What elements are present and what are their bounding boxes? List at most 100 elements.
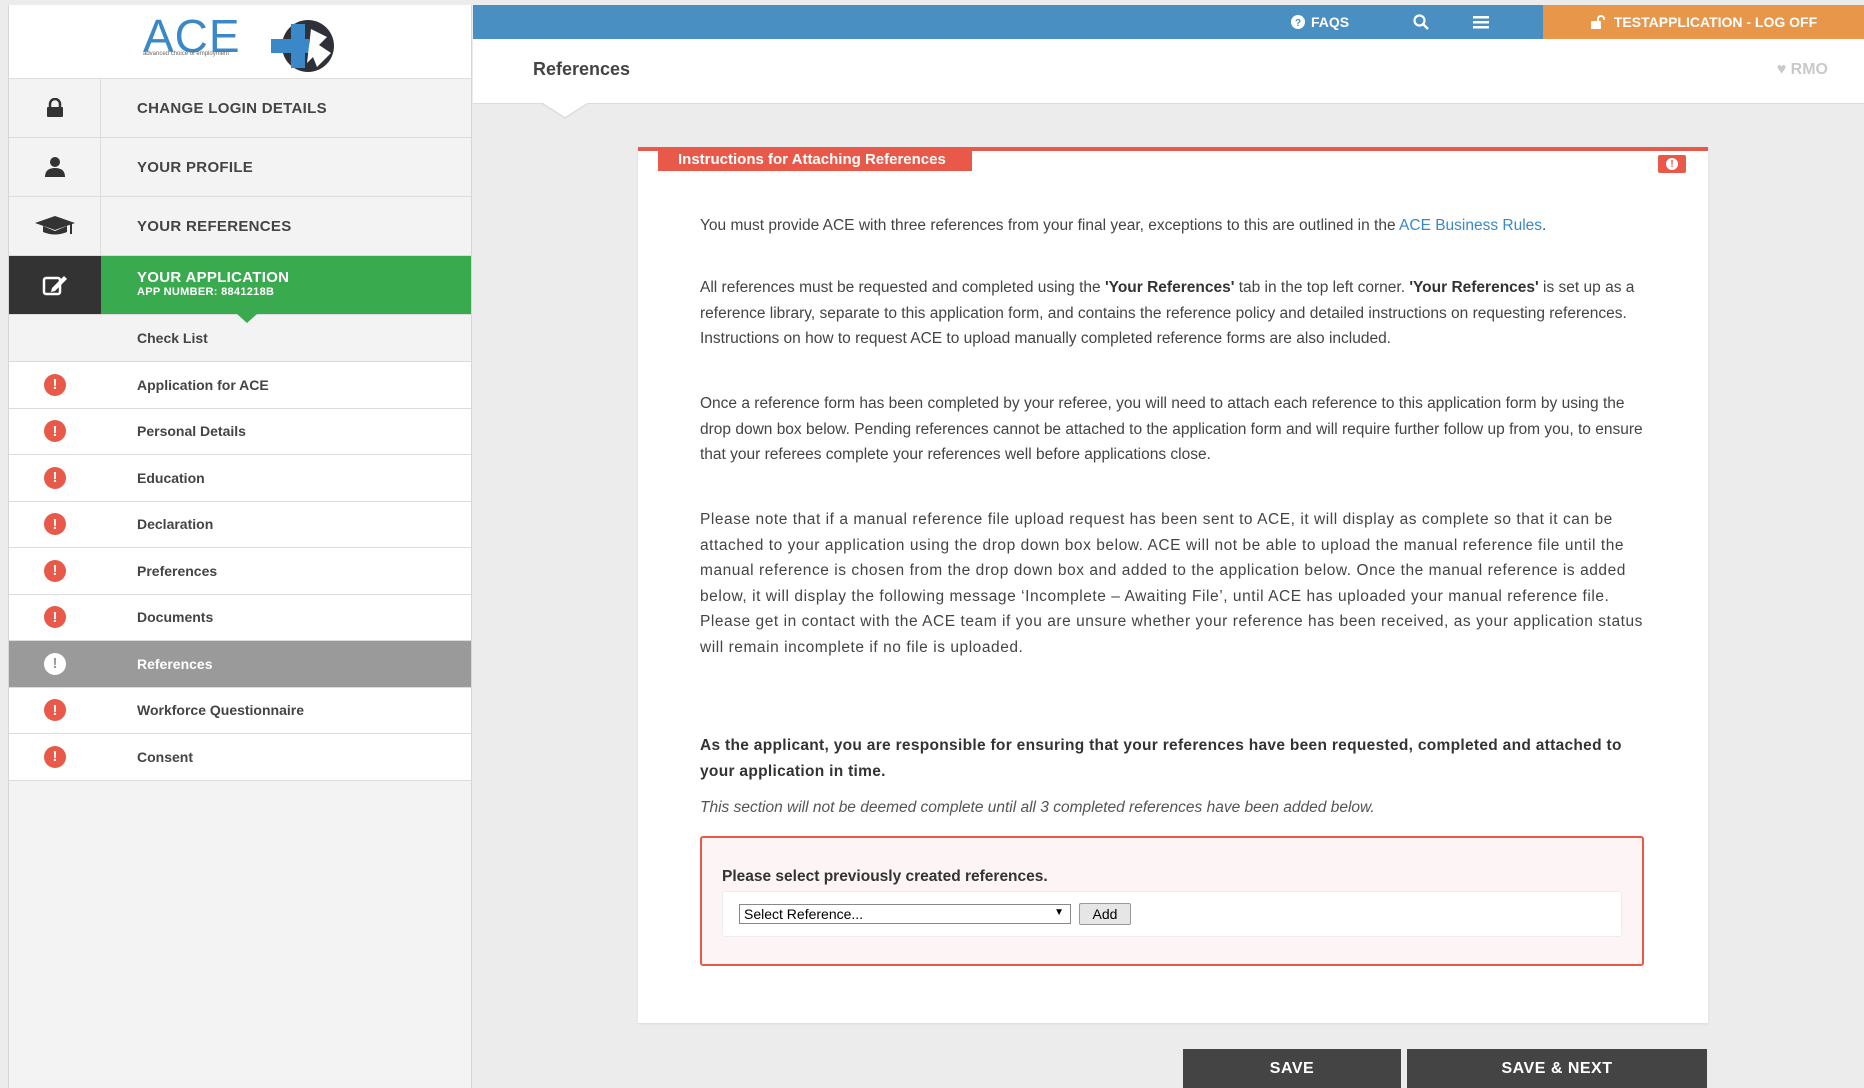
subnav-item-education[interactable]: ! Education — [9, 455, 471, 502]
subnav-status: ! — [9, 606, 101, 629]
subnav-status: ! — [9, 652, 101, 675]
dropdown-arrow-icon: ▼ — [1054, 907, 1064, 918]
sidebar: ACE advanced choice of employment CHANGE… — [8, 5, 472, 1088]
subnav-status: ! — [9, 420, 101, 443]
select-row: Select Reference... ▼ Add — [722, 891, 1622, 937]
graduation-cap-icon — [9, 197, 101, 255]
alert-icon: ! — [44, 559, 66, 582]
sidebar-item-label: CHANGE LOGIN DETAILS — [137, 99, 327, 117]
subnav-label: Application for ACE — [137, 376, 269, 393]
paragraph-emphasis: 'Your References' — [1104, 279, 1235, 296]
alert-icon: ! — [44, 420, 66, 443]
subnav-item-references[interactable]: ! References — [9, 641, 471, 688]
reference-select-value: Select Reference... — [744, 906, 864, 922]
instructions-paragraph-5: As the applicant, you are responsible fo… — [700, 737, 1622, 780]
panel-title: Instructions for Attaching References — [658, 147, 972, 171]
faqs-label: FAQS — [1311, 14, 1350, 30]
edit-icon — [9, 256, 101, 314]
alert-icon: ! — [44, 513, 66, 536]
subnav-label: Documents — [137, 609, 214, 626]
panel-alert-icon[interactable]: ! — [1658, 155, 1686, 173]
menu-button[interactable] — [1473, 5, 1489, 39]
paragraph-emphasis: 'Your References' — [1409, 279, 1539, 296]
app-number: APP NUMBER: 8841218B — [137, 286, 275, 298]
subnav-item-declaration[interactable]: ! Declaration — [9, 501, 471, 548]
sidebar-item-profile[interactable]: YOUR PROFILE — [9, 138, 471, 197]
subnav-label: Education — [137, 469, 205, 486]
subnav-label: References — [137, 655, 213, 672]
lock-icon — [9, 79, 101, 137]
instructions-paragraph-2: All references must be requested and com… — [700, 275, 1650, 352]
business-rules-link[interactable]: ACE Business Rules — [1399, 217, 1542, 234]
question-icon: ? — [1291, 15, 1305, 29]
logoff-button[interactable]: TESTAPPLICATION - LOG OFF — [1543, 5, 1864, 39]
sidebar-item-references[interactable]: YOUR REFERENCES — [9, 197, 471, 256]
alert-icon: ! — [44, 373, 66, 396]
rmo-badge: ♥ RMO — [1777, 61, 1828, 79]
subnav-item-personal-details[interactable]: ! Personal Details — [9, 408, 471, 455]
select-prompt: Please select previously created referen… — [722, 868, 1048, 885]
paragraph-text: All references must be requested and com… — [700, 279, 1105, 296]
save-button[interactable]: SAVE — [1183, 1049, 1401, 1088]
paragraph-text: tab in the top left corner. — [1234, 279, 1410, 296]
unlock-icon — [1590, 15, 1605, 29]
subnav-status: ! — [9, 699, 101, 722]
subnav-item-preferences[interactable]: ! Preferences — [9, 548, 471, 595]
alert-icon: ! — [44, 466, 66, 489]
subnav-item-application-for-ace[interactable]: ! Application for ACE — [9, 362, 471, 409]
search-button[interactable] — [1413, 5, 1429, 39]
instructions-paragraph-1: You must provide ACE with three referenc… — [700, 213, 1650, 239]
alert-icon: ! — [44, 652, 66, 675]
subnav-item-workforce-questionnaire[interactable]: ! Workforce Questionnaire — [9, 687, 471, 734]
svg-text:?: ? — [1295, 18, 1301, 29]
heartbeat-icon: ♥ — [1776, 61, 1787, 78]
logoff-label: TESTAPPLICATION - LOG OFF — [1613, 14, 1818, 30]
active-caret — [237, 314, 257, 323]
reference-select[interactable]: Select Reference... ▼ — [739, 904, 1071, 924]
sidebar-item-label: YOUR PROFILE — [137, 158, 254, 176]
paragraph-text: You must provide ACE with three referenc… — [700, 217, 1400, 234]
search-icon — [1413, 14, 1429, 30]
subnav-item-documents[interactable]: ! Documents — [9, 594, 471, 641]
save-and-next-button[interactable]: SAVE & NEXT — [1407, 1049, 1707, 1088]
page-header: References ♥ RMO — [473, 39, 1864, 119]
subnav-status: ! — [9, 466, 101, 489]
paragraph-text: . — [1542, 217, 1547, 234]
faqs-link[interactable]: ? FAQS — [1291, 5, 1349, 39]
logo[interactable]: ACE advanced choice of employment — [9, 5, 471, 79]
alert-icon: ! — [1666, 158, 1678, 170]
add-reference-button[interactable]: Add — [1079, 903, 1131, 925]
sidebar-item-application[interactable]: YOUR APPLICATION APP NUMBER: 8841218B — [9, 256, 471, 323]
subnav-status: ! — [9, 559, 101, 582]
alert-icon: ! — [44, 745, 66, 768]
sidebar-item-label: YOUR APPLICATION — [137, 269, 290, 286]
subnav-label: Preferences — [137, 562, 218, 579]
page-title: References — [533, 59, 631, 79]
alert-icon: ! — [44, 699, 66, 722]
top-bar: ? FAQS TESTAPPLICATION - LOG OFF — [473, 5, 1864, 39]
subnav-status: ! — [9, 745, 101, 768]
alert-icon: ! — [44, 606, 66, 629]
rmo-label: RMO — [1790, 61, 1828, 78]
header-caret — [543, 103, 587, 117]
subnav-status: ! — [9, 373, 101, 396]
instructions-panel: Instructions for Attaching References ! … — [638, 147, 1708, 1023]
logo-emblem-icon — [271, 20, 334, 72]
subnav-item-consent[interactable]: ! Consent — [9, 734, 471, 781]
reference-select-box: Please select previously created referen… — [700, 836, 1644, 966]
subnav-label: Check List — [137, 330, 208, 346]
sidebar-item-application-labels: YOUR APPLICATION APP NUMBER: 8841218B — [101, 256, 289, 314]
subnav-label: Declaration — [137, 516, 214, 533]
logo-tagline: advanced choice of employment — [143, 51, 230, 57]
user-icon — [9, 138, 101, 196]
subnav-label: Consent — [137, 748, 193, 765]
instructions-paragraph-3: Once a reference form has been completed… — [700, 395, 1643, 463]
instructions-paragraph-6: This section will not be deemed complete… — [700, 799, 1375, 816]
instructions-paragraph-4: Please note that if a manual reference f… — [700, 511, 1643, 656]
subnav-label: Personal Details — [137, 423, 246, 440]
hamburger-menu-icon — [1473, 16, 1489, 29]
sidebar-item-change-login[interactable]: CHANGE LOGIN DETAILS — [9, 79, 471, 138]
subnav-status: ! — [9, 513, 101, 536]
subnav-label: Workforce Questionnaire — [137, 702, 305, 719]
sidebar-item-label: YOUR REFERENCES — [137, 217, 292, 235]
